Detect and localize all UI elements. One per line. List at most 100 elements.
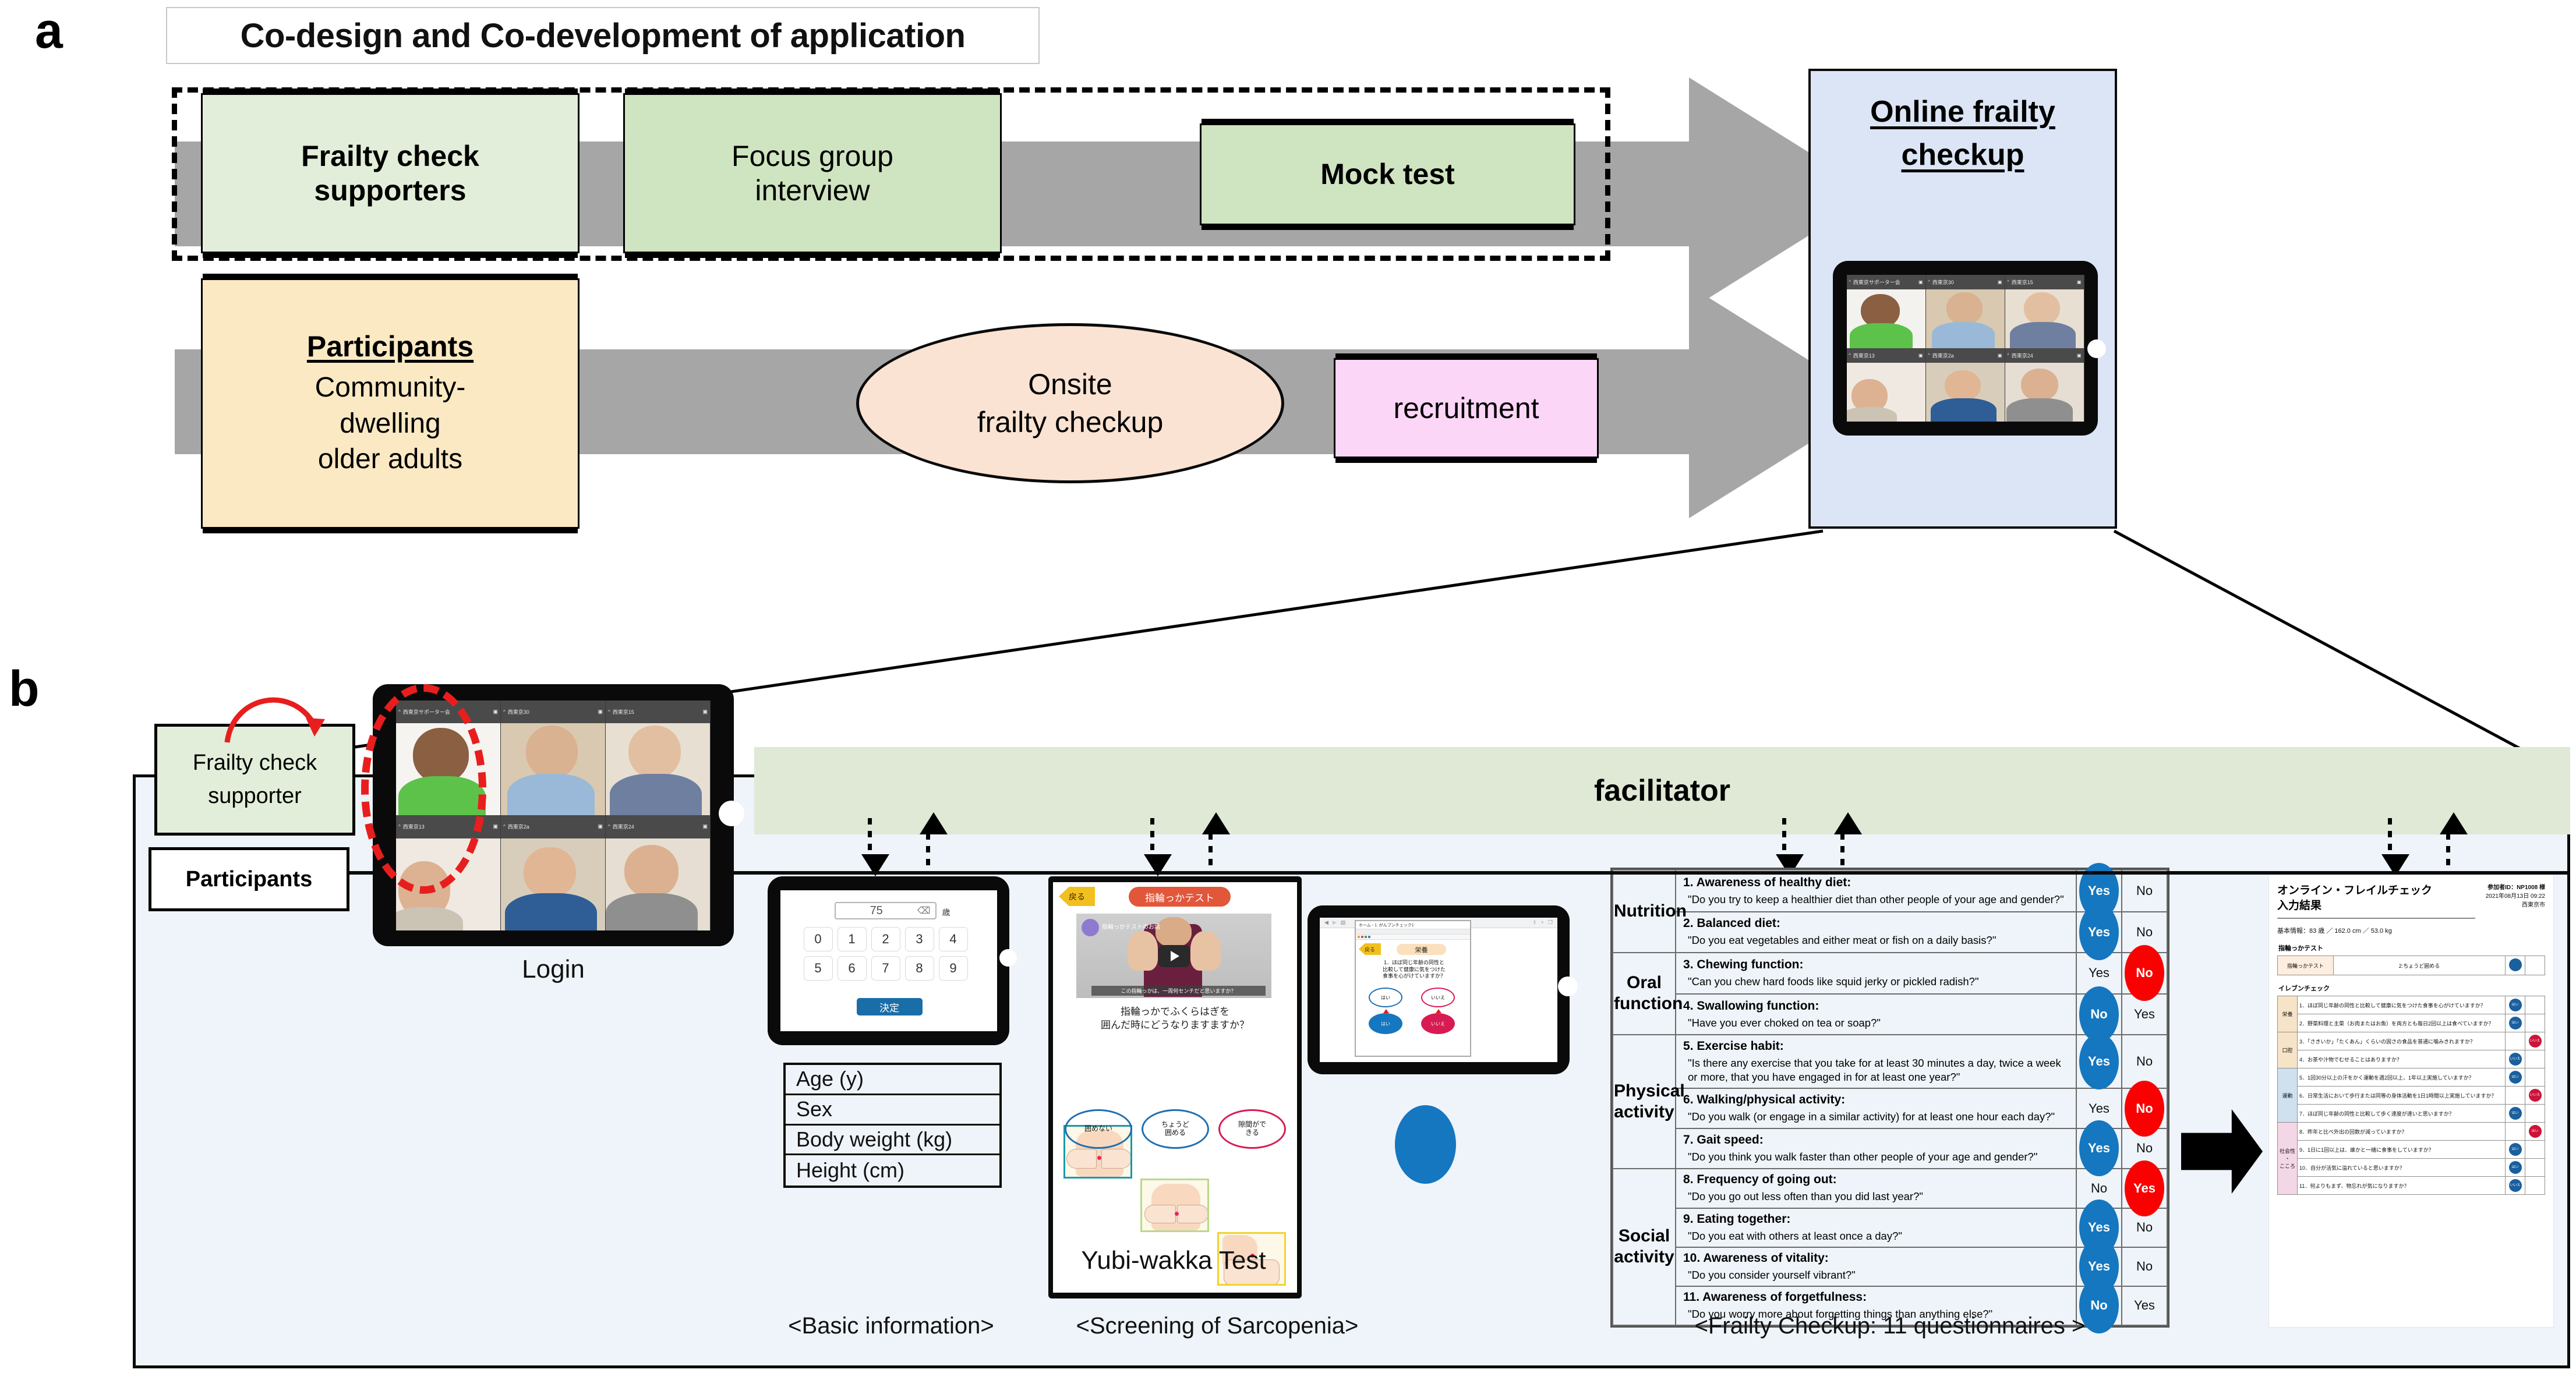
result-category-label: 運動 (2277, 1068, 2298, 1123)
keypad-key[interactable]: 7 (871, 956, 900, 981)
answer-cell-left[interactable]: Yes (2076, 1034, 2122, 1090)
frailty-questionnaire-table: Nutrition 1. Awareness of healthy diet: … (1610, 863, 2169, 1334)
answer-unselected[interactable]: No (2136, 1220, 2153, 1234)
instructional-video[interactable]: 指輪っかテストのお話 この指輪っかは、一周何センチだと思いますか？ (1076, 914, 1271, 998)
table-row: Nutrition 1. Awareness of healthy diet: … (1612, 863, 2168, 953)
answer-cell-right[interactable]: No (2121, 1080, 2168, 1137)
answer-unselected[interactable]: Yes (2089, 1101, 2109, 1116)
outcome-card-online-frailty-checkup: Online frailty checkup ^ 西東京サポーター会 ▣ ^ 西東京3… (1808, 69, 2117, 529)
answer-cell-left[interactable]: No (2076, 986, 2122, 1043)
table-row: 10．自分が活気に溢れていると思いますか？ はい (2278, 1158, 2545, 1177)
participant-id: 参加者ID：NP1008 様 (2487, 884, 2545, 891)
video-tile-name: 西東京サポーター会 (1853, 279, 1900, 286)
answer-dot (2508, 958, 2522, 972)
answer-unselected[interactable]: No (2091, 1181, 2107, 1195)
process-box-label: Mock test (1320, 158, 1455, 190)
back-button[interactable]: 戻る (1059, 887, 1095, 906)
result-question-text: 2．野菜料理と主菜（お肉またはお魚）を両方とも毎日2回以上は食べていますか？ (2297, 1014, 2506, 1033)
browser-share-icon[interactable]: ⇪ (1532, 919, 1537, 926)
answer-selected[interactable]: Yes (2079, 1034, 2119, 1090)
result-question-text: 8．昨年と比べ外出の回数が減っていますか？ (2297, 1122, 2506, 1141)
keypad-key[interactable]: 1 (837, 927, 867, 951)
video-tile: ^ 西東京30 ▣ (501, 700, 606, 815)
result-answer-left: はい (2505, 1104, 2525, 1123)
basic-info-summary: 基本情報：83 歳 ／ 162.0 cm ／ 53.0 kg (2277, 928, 2392, 935)
question-text: "Do you go out less often than you did l… (1688, 1190, 1923, 1203)
result-q-num: 1 (2299, 1002, 2303, 1009)
answer-unselected[interactable]: No (2136, 1054, 2153, 1068)
play-button-icon[interactable] (1158, 944, 1190, 967)
keypad-key[interactable]: 4 (938, 927, 968, 951)
result-category-label: 社会性 ・ こころ (2277, 1122, 2298, 1195)
question-text: "Do you try to keep a healthier diet tha… (1688, 893, 2064, 905)
answer-unselected[interactable]: Yes (2134, 1298, 2155, 1312)
question-cell: 7. Gait speed: "Do you think you walk fa… (1675, 1127, 2077, 1169)
basic-information-table: Age (y) Sex Body weight (kg) Height (cm) (783, 1063, 1002, 1188)
keypad-key[interactable]: 5 (803, 956, 833, 981)
keypad-key[interactable]: 6 (837, 956, 867, 981)
back-button[interactable]: 戻る (1359, 943, 1381, 955)
answer-unselected[interactable]: No (2136, 883, 2153, 898)
result-category-label: 口腔 (2277, 1032, 2298, 1069)
process-box-label: recruitment (1393, 391, 1539, 424)
keypad-key[interactable]: 2 (871, 927, 900, 951)
answer-cell-left[interactable]: Yes (2076, 1120, 2122, 1177)
answer-dot: はい (2508, 1017, 2522, 1030)
browser-add-icon[interactable]: + (1541, 919, 1544, 926)
video-tile: ^ 西東京2a ▣ (1925, 348, 2005, 422)
question-cell: 3. Chewing function: "Can you chew hard … (1675, 951, 2077, 995)
answer-dot: はい (2528, 1125, 2542, 1138)
question-title: Awareness of forgetfulness: (1702, 1290, 1867, 1304)
process-box-mock-test: Mock test (1200, 119, 1575, 230)
backspace-icon[interactable]: ⌫ (917, 905, 931, 917)
answer-cell-left[interactable]: Yes (2076, 904, 2122, 960)
answer-option-filled-yes[interactable]: はい (1369, 1013, 1402, 1034)
result-q-body: 何よりもまず、物忘れが気になりますか？ (2310, 1183, 2409, 1189)
answer-cell-right[interactable]: Yes (2121, 1160, 2168, 1216)
answer-cell-right[interactable]: Yes (2121, 993, 2168, 1036)
domain-label: Social activity (1612, 1167, 1676, 1326)
answer-unselected[interactable]: No (2136, 1259, 2153, 1273)
basic-info-row: Sex (786, 1095, 999, 1126)
browser-forward-icon[interactable]: ▶ (1333, 919, 1337, 926)
browser-back-icon[interactable]: ◀ (1324, 919, 1328, 926)
answer-cell-right[interactable]: No (2121, 1246, 2168, 1287)
answer-unselected[interactable]: Yes (2134, 1007, 2155, 1021)
screen-title-pill: 栄養 (1397, 944, 1446, 955)
yubi-wakka-option[interactable]: 隙間がで きる (1218, 1109, 1286, 1149)
result-q-num: 2 (2299, 1020, 2303, 1027)
supporter-highlight-ellipse (361, 684, 486, 894)
browser-tabs-icon[interactable]: ▤ (1341, 919, 1346, 926)
answer-unselected[interactable]: No (2136, 925, 2153, 939)
participants-box-subtitle: Community- dwelling older adults (315, 372, 466, 475)
keypad-key[interactable]: 8 (904, 956, 934, 981)
answer-unselected[interactable]: No (2136, 1141, 2153, 1155)
answer-arrow-up-yes (1383, 1009, 1389, 1013)
submit-button[interactable]: 決定 (856, 998, 923, 1015)
process-oval-label: Onsite frailty checkup (977, 367, 1164, 438)
result-q-body: 1回30分以上の汗をかく運動を週2回以上、1年以上実施していますか？ (2308, 1074, 2474, 1081)
tablet-nutrition-question: ◀ ▶ ▤ ⇪ + ❐ ホーム - 1. がんプンチェック1 戻る 栄養 1．ほ… (1308, 905, 1578, 1074)
answer-selected[interactable]: Yes (2079, 904, 2119, 960)
browser-window-icon[interactable]: ❐ (1548, 919, 1553, 926)
yubi-wakka-option[interactable]: ちょうど 囲める (1142, 1109, 1209, 1149)
video-tile: ^ 西東京サポーター会 ▣ (1846, 275, 1926, 348)
video-tile-name: 西東京24 (612, 824, 634, 830)
answer-option-outline-no[interactable]: いいえ (1421, 988, 1455, 1007)
result-q-num: 7 (2299, 1110, 2303, 1117)
result-q-body: ほぼ同じ年齢の同性と比較して歩く速度が速いと思いますか？ (2308, 1110, 2454, 1117)
keypad-key[interactable]: 0 (803, 927, 833, 951)
table-row: 10. Awareness of vitality: "Do you consi… (1613, 1239, 2168, 1295)
answer-option-filled-no[interactable]: いいえ (1421, 1013, 1455, 1034)
answer-unselected[interactable]: Yes (2089, 965, 2109, 980)
keypad-key[interactable]: 3 (904, 927, 934, 951)
result-section-title-yubi: 指輪っかテスト (2278, 945, 2323, 953)
answer-cell-right[interactable]: No (2121, 1207, 2168, 1248)
answer-option-outline-yes[interactable]: はい (1369, 988, 1402, 1007)
keypad-key[interactable]: 9 (938, 956, 968, 981)
answer-cell-right[interactable]: No (2121, 945, 2168, 1002)
age-input[interactable]: 75 ⌫ (834, 902, 937, 919)
answer-cell-right[interactable]: No (2121, 869, 2168, 913)
answer-selected[interactable]: No (2125, 945, 2164, 1002)
yubi-wakka-option[interactable]: 囲めない (1065, 1109, 1132, 1149)
